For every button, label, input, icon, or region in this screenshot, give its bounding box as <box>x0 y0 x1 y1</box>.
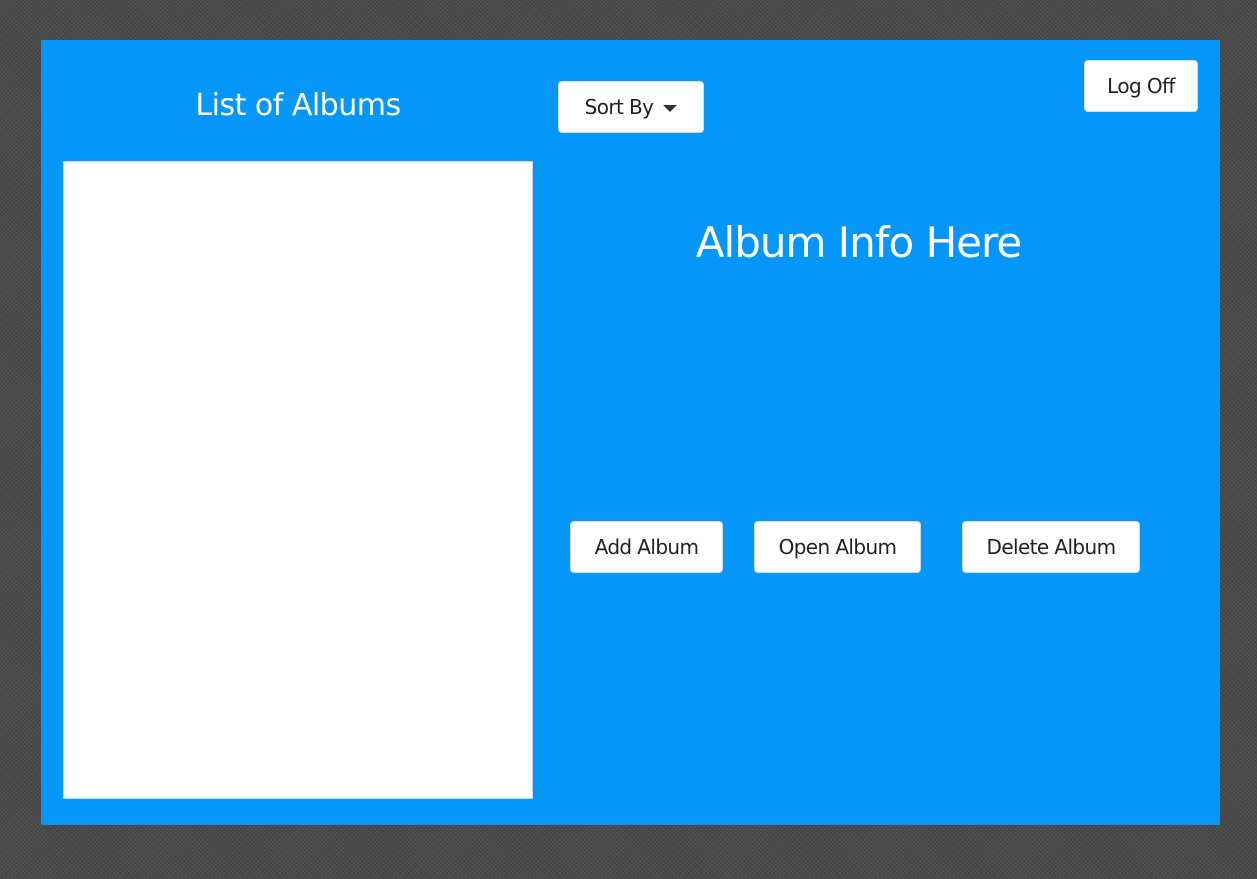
album-info-title: Album Info Here <box>695 218 1022 267</box>
sort-by-label: Sort By <box>584 95 654 119</box>
add-album-button[interactable]: Add Album <box>570 521 723 573</box>
log-off-button[interactable]: Log Off <box>1084 60 1198 112</box>
main-window: List of Albums Sort By Log Off Album Inf… <box>41 40 1220 825</box>
delete-album-button[interactable]: Delete Album <box>962 521 1140 573</box>
chevron-down-icon <box>663 104 678 112</box>
sort-by-dropdown[interactable]: Sort By <box>558 81 704 133</box>
album-list-box[interactable] <box>63 161 533 799</box>
album-list-title: List of Albums <box>195 88 401 123</box>
open-album-button[interactable]: Open Album <box>754 521 921 573</box>
